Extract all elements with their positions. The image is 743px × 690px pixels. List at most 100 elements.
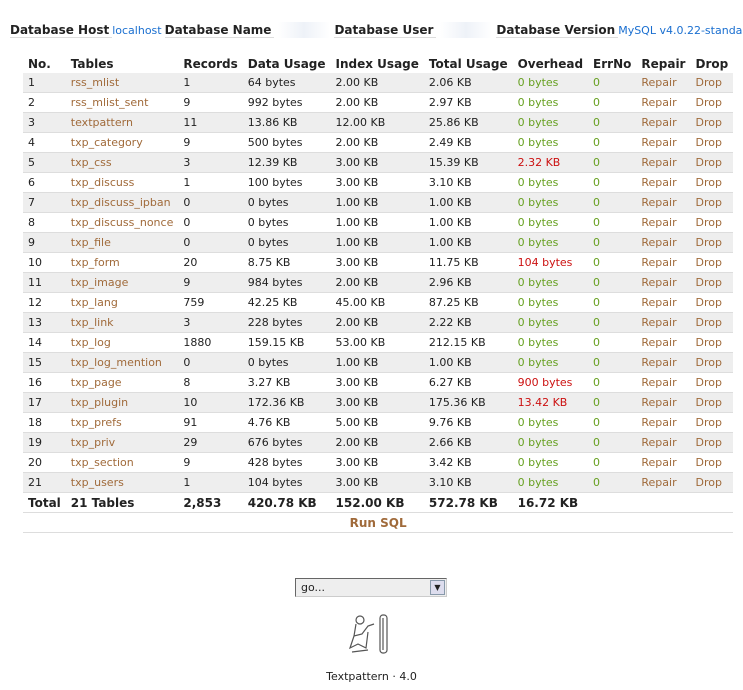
table-row: 12 txp_lang 759 42.25 KB 45.00 KB 87.25 KB 0 b… [23, 292, 734, 313]
table-name-link[interactable]: txp_file [65, 232, 179, 253]
drop-link[interactable]: Drop [690, 332, 734, 353]
table-name-link[interactable]: txp_page [65, 372, 179, 393]
data-usage: 0 bytes [242, 232, 331, 253]
data-usage: 100 bytes [242, 172, 331, 193]
drop-link[interactable]: Drop [690, 112, 734, 133]
repair-link[interactable]: Repair [636, 172, 691, 193]
drop-link[interactable]: Drop [690, 132, 734, 153]
drop-link[interactable]: Drop [690, 252, 734, 273]
total-usage: 175.36 KB [423, 392, 513, 413]
repair-link[interactable]: Repair [636, 292, 691, 313]
repair-link[interactable]: Repair [636, 92, 691, 113]
drop-link[interactable]: Drop [690, 312, 734, 333]
table-name-link[interactable]: txp_log [65, 332, 179, 353]
chevron-down-icon[interactable]: ▼ [430, 580, 445, 595]
table-name-link[interactable]: txp_form [65, 252, 179, 273]
drop-link[interactable]: Drop [690, 432, 734, 453]
drop-link[interactable]: Drop [690, 452, 734, 473]
table-name-link[interactable]: textpattern [65, 112, 179, 133]
table-name-link[interactable]: rss_mlist [65, 73, 179, 93]
column-header: Overhead [517, 56, 584, 71]
repair-link[interactable]: Repair [636, 73, 691, 93]
table-name-link[interactable]: txp_css [65, 152, 179, 173]
total-empty [636, 492, 691, 513]
records: 91 [178, 412, 243, 433]
index-usage: 3.00 KB [330, 172, 424, 193]
repair-link[interactable]: Repair [636, 332, 691, 353]
repair-link[interactable]: Repair [636, 252, 691, 273]
repair-link[interactable]: Repair [636, 372, 691, 393]
table-row: 8 txp_discuss_nonce 0 0 bytes 1.00 KB 1.00 KB… [23, 212, 734, 233]
drop-link[interactable]: Drop [690, 412, 734, 433]
errno: 0 [588, 392, 637, 413]
repair-link[interactable]: Repair [636, 112, 691, 133]
drop-link[interactable]: Drop [690, 272, 734, 293]
table-row: 20 txp_section 9 428 bytes 3.00 KB 3.42 KB 0 b… [23, 452, 734, 473]
total-usage: 3.10 KB [423, 172, 513, 193]
table-name-link[interactable]: txp_category [65, 132, 179, 153]
repair-link[interactable]: Repair [636, 192, 691, 213]
total-cell: 16.72 KB [512, 492, 589, 513]
table-name-link[interactable]: txp_lang [65, 292, 179, 313]
repair-link[interactable]: Repair [636, 232, 691, 253]
table-name-link[interactable]: txp_link [65, 312, 179, 333]
overhead: 0 bytes [512, 212, 589, 233]
drop-link[interactable]: Drop [690, 212, 734, 233]
repair-link[interactable]: Repair [636, 132, 691, 153]
total-usage: 1.00 KB [423, 192, 513, 213]
total-cell: 420.78 KB [242, 492, 331, 513]
table-name-link[interactable]: txp_discuss_nonce [65, 212, 179, 233]
drop-link[interactable]: Drop [690, 292, 734, 313]
total-cell: Total [23, 492, 66, 513]
table-name-link[interactable]: txp_prefs [65, 412, 179, 433]
drop-link[interactable]: Drop [690, 232, 734, 253]
host-label: Database Host [10, 23, 113, 38]
repair-link[interactable]: Repair [636, 272, 691, 293]
repair-link[interactable]: Repair [636, 472, 691, 493]
index-usage: 2.00 KB [330, 432, 424, 453]
drop-link[interactable]: Drop [690, 372, 734, 393]
table-name-link[interactable]: txp_plugin [65, 392, 179, 413]
index-usage: 1.00 KB [330, 192, 424, 213]
table-name-link[interactable]: txp_users [65, 472, 179, 493]
host-value: localhost [112, 23, 162, 37]
drop-link[interactable]: Drop [690, 352, 734, 373]
overhead: 0 bytes [512, 73, 589, 93]
total-cell: 572.78 KB [423, 492, 513, 513]
column-header: Total Usage [428, 56, 508, 71]
drop-link[interactable]: Drop [690, 192, 734, 213]
jump-select[interactable]: go... ▼ [295, 578, 447, 597]
drop-link[interactable]: Drop [690, 152, 734, 173]
repair-link[interactable]: Repair [636, 312, 691, 333]
table-row: 3 textpattern 11 13.86 KB 12.00 KB 25.86 KB 0 … [23, 112, 734, 133]
overhead: 0 bytes [512, 192, 589, 213]
drop-link[interactable]: Drop [690, 92, 734, 113]
overhead: 0 bytes [512, 132, 589, 153]
data-usage: 984 bytes [242, 272, 331, 293]
drop-link[interactable]: Drop [690, 472, 734, 493]
run-sql-link[interactable]: Run SQL [350, 516, 407, 530]
table-name-link[interactable]: txp_log_mention [65, 352, 179, 373]
table-name-link[interactable]: txp_image [65, 272, 179, 293]
table-name-link[interactable]: rss_mlist_sent [65, 92, 179, 113]
drop-link[interactable]: Drop [690, 73, 734, 93]
drop-link[interactable]: Drop [690, 172, 734, 193]
repair-link[interactable]: Repair [636, 432, 691, 453]
total-usage: 212.15 KB [423, 332, 513, 353]
drop-link[interactable]: Drop [690, 392, 734, 413]
repair-link[interactable]: Repair [636, 392, 691, 413]
table-name-link[interactable]: txp_priv [65, 432, 179, 453]
repair-link[interactable]: Repair [636, 352, 691, 373]
row-number: 16 [23, 372, 66, 393]
repair-link[interactable]: Repair [636, 412, 691, 433]
repair-link[interactable]: Repair [636, 452, 691, 473]
table-name-link[interactable]: txp_section [65, 452, 179, 473]
table-name-link[interactable]: txp_discuss_ipban [65, 192, 179, 213]
repair-link[interactable]: Repair [636, 212, 691, 233]
repair-link[interactable]: Repair [636, 152, 691, 173]
overhead: 0 bytes [512, 412, 589, 433]
index-usage: 2.00 KB [330, 73, 424, 93]
errno: 0 [588, 352, 637, 373]
table-name-link[interactable]: txp_discuss [65, 172, 179, 193]
records: 11 [178, 112, 243, 133]
